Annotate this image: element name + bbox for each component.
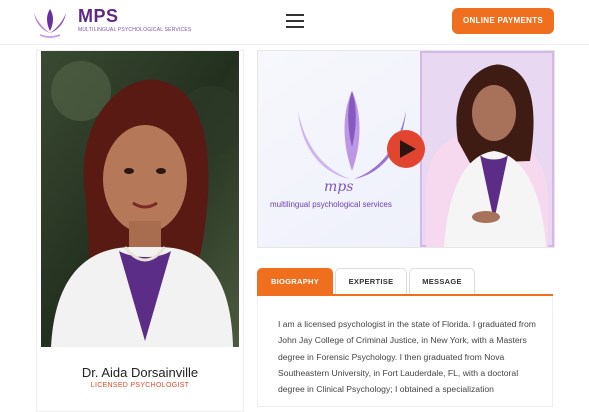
hamburger-menu-icon[interactable]: [286, 14, 304, 28]
tab-message[interactable]: MESSAGE: [409, 268, 475, 295]
tab-biography[interactable]: BIOGRAPHY: [257, 268, 333, 295]
doctor-name: Dr. Aida Dorsainville: [81, 365, 199, 380]
tab-expertise[interactable]: EXPERTISE: [335, 268, 407, 295]
video-logo-text: mps: [324, 179, 353, 195]
biography-panel: I am a licensed psychologist in the stat…: [257, 296, 553, 407]
doctor-title: LICENSED PSYCHOLOGIST: [90, 382, 190, 389]
online-payments-button[interactable]: ONLINE PAYMENTS: [452, 8, 554, 34]
intro-video[interactable]: mps multilingual psychological services: [257, 50, 555, 248]
video-caption: multilingual psychological services: [270, 200, 392, 209]
biography-text: I am a licensed psychologist in the stat…: [278, 319, 536, 395]
doctor-portrait-photo: [41, 51, 239, 347]
mps-logo-icon[interactable]: [30, 5, 70, 39]
profile-tabs: BIOGRAPHY EXPERTISE MESSAGE: [257, 268, 553, 295]
profile-card: Dr. Aida Dorsainville LICENSED PSYCHOLOG…: [36, 50, 244, 412]
brand-subtitle: MULTILINGUAL PSYCHOLOGICAL SERVICES: [78, 27, 192, 33]
site-header: MPS MULTILINGUAL PSYCHOLOGICAL SERVICES …: [0, 0, 589, 45]
brand-name[interactable]: MPS: [78, 6, 119, 27]
